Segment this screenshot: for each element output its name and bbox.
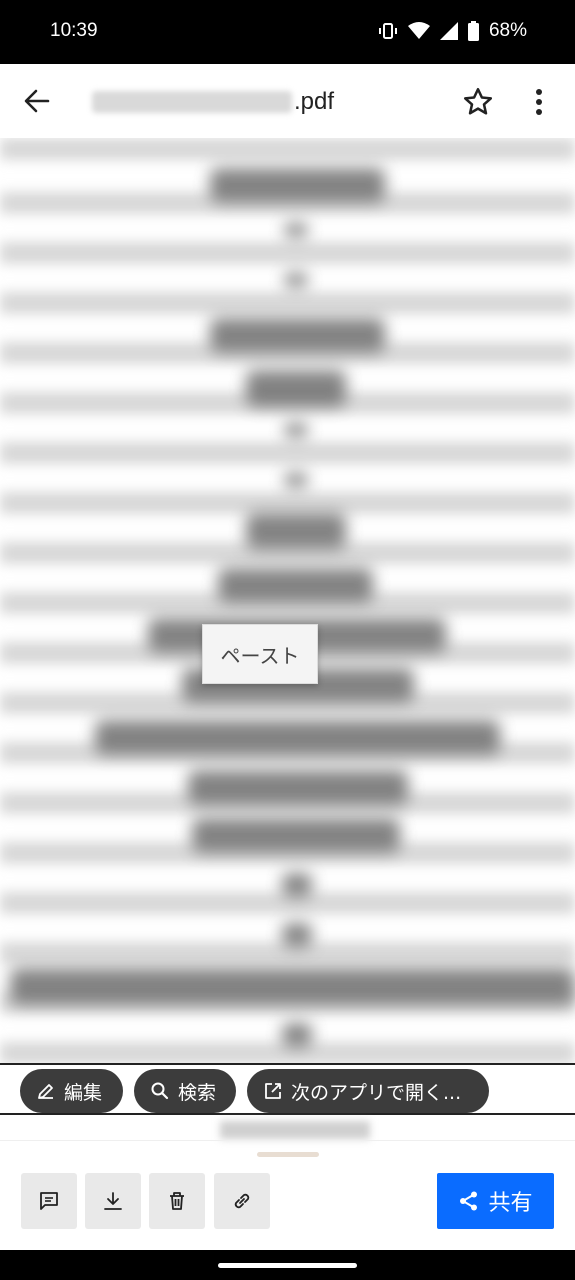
blurred-row bbox=[0, 242, 575, 264]
blurred-text bbox=[188, 770, 408, 804]
search-button[interactable]: 検索 bbox=[134, 1069, 236, 1113]
vibrate-icon bbox=[378, 21, 398, 41]
redacted-filename bbox=[92, 91, 292, 113]
blurred-caption bbox=[220, 1121, 370, 1139]
status-time: 10:39 bbox=[50, 20, 98, 41]
blurred-text bbox=[284, 273, 308, 287]
delete-icon bbox=[170, 1192, 184, 1210]
signal-icon bbox=[439, 22, 458, 40]
open-with-label: 次のアプリで開く... bbox=[291, 1081, 462, 1104]
drag-handle[interactable] bbox=[257, 1152, 319, 1157]
blurred-text bbox=[284, 473, 308, 487]
blurred-text bbox=[246, 370, 346, 406]
home-indicator[interactable] bbox=[218, 1263, 357, 1268]
arrow-left-icon bbox=[24, 89, 50, 113]
blurred-text bbox=[284, 223, 308, 237]
download-icon bbox=[104, 1192, 122, 1210]
edit-label: 編集 bbox=[64, 1081, 103, 1104]
share-button[interactable]: 共有 bbox=[437, 1173, 554, 1229]
blurred-row bbox=[0, 292, 575, 314]
search-icon bbox=[151, 1082, 169, 1100]
blurred-row bbox=[0, 138, 575, 160]
wifi-icon bbox=[407, 22, 430, 40]
download-button[interactable] bbox=[85, 1173, 141, 1229]
action-chip-bar: 編集 検索 次のアプリで開く... bbox=[0, 1063, 575, 1115]
comment-icon bbox=[40, 1192, 58, 1210]
blurred-text bbox=[210, 168, 385, 202]
edit-button[interactable]: 編集 bbox=[20, 1069, 123, 1113]
star-outline-icon bbox=[463, 87, 493, 115]
pencil-icon bbox=[38, 1084, 53, 1099]
blurred-text bbox=[192, 818, 400, 852]
blurred-text bbox=[218, 568, 373, 602]
blurred-text bbox=[10, 968, 575, 1004]
divider bbox=[0, 1140, 575, 1141]
blurred-text bbox=[95, 720, 500, 754]
open-in-new-icon bbox=[265, 1083, 281, 1099]
pdf-document-view[interactable]: ペースト bbox=[0, 138, 575, 1063]
share-label: 共有 bbox=[488, 1191, 533, 1216]
blurred-text bbox=[282, 1023, 312, 1047]
paste-popup[interactable]: ペースト bbox=[202, 624, 318, 684]
comment-button[interactable] bbox=[21, 1173, 77, 1229]
link-icon bbox=[234, 1193, 250, 1209]
app-bar: .pdf bbox=[0, 64, 575, 138]
blurred-text bbox=[210, 318, 385, 352]
paste-label: ペースト bbox=[220, 643, 300, 668]
copy-link-button[interactable] bbox=[214, 1173, 270, 1229]
blurred-text bbox=[284, 423, 308, 437]
battery-percent: 68% bbox=[488, 20, 527, 41]
blurred-row bbox=[0, 492, 575, 514]
bottom-toolbar: 共有 bbox=[0, 1115, 575, 1250]
blurred-text bbox=[246, 513, 346, 549]
search-label: 検索 bbox=[178, 1081, 217, 1104]
blurred-text bbox=[282, 873, 312, 897]
more-options-button[interactable] bbox=[524, 84, 554, 120]
delete-button[interactable] bbox=[149, 1173, 205, 1229]
back-button[interactable] bbox=[18, 82, 56, 120]
status-bar: 10:39 68% bbox=[0, 0, 575, 64]
file-title: .pdf bbox=[92, 86, 334, 118]
more-vert-icon bbox=[536, 89, 542, 115]
star-button[interactable] bbox=[460, 84, 496, 120]
blurred-text bbox=[282, 923, 312, 947]
file-extension: .pdf bbox=[294, 88, 335, 115]
system-nav-bar bbox=[0, 1250, 575, 1280]
open-with-button[interactable]: 次のアプリで開く... bbox=[247, 1069, 489, 1113]
status-icons: 68% bbox=[378, 20, 527, 42]
battery-icon bbox=[467, 21, 479, 41]
share-icon bbox=[460, 1191, 478, 1211]
blurred-row bbox=[0, 442, 575, 464]
